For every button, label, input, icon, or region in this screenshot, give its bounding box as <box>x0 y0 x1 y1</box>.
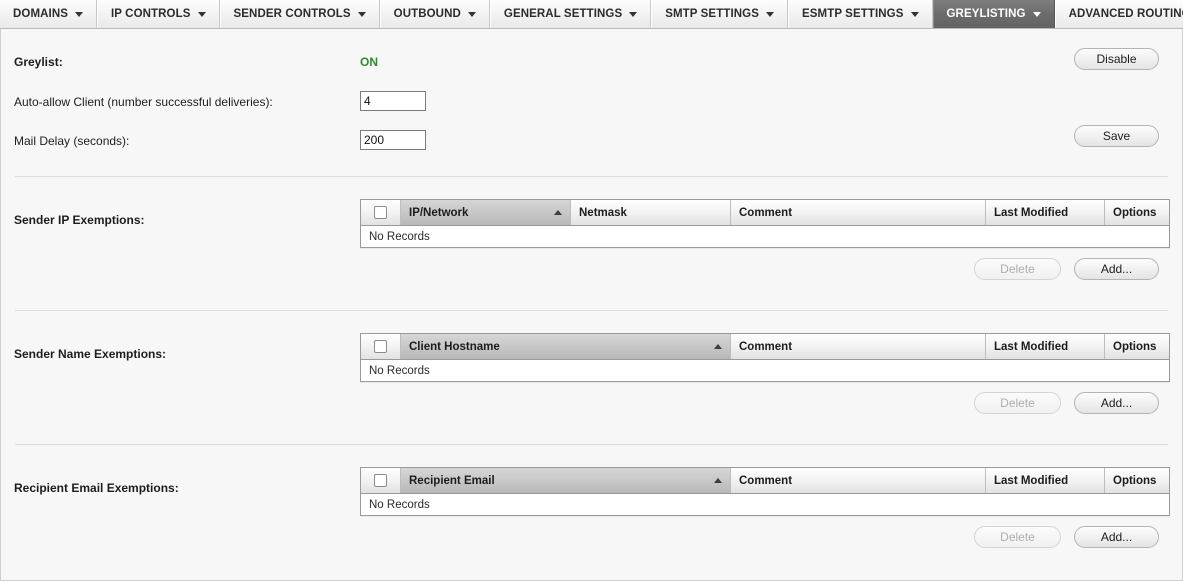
menu-item-label: GREYLISTING <box>946 8 1026 20</box>
table-header-row: IP/Network Netmask Comment Last Modified… <box>361 200 1169 226</box>
column-header-label: Comment <box>739 340 793 353</box>
column-header-label: IP/Network <box>409 206 469 219</box>
column-header-comment[interactable]: Comment <box>731 334 986 359</box>
column-header-last-modified[interactable]: Last Modified <box>986 468 1105 493</box>
chevron-down-icon <box>75 11 84 17</box>
empty-table-message: No Records <box>361 226 1169 247</box>
column-header-ip-network[interactable]: IP/Network <box>401 200 571 225</box>
chevron-down-icon <box>765 11 774 17</box>
section-divider <box>15 444 1168 445</box>
menu-item-label: DOMAINS <box>13 8 69 20</box>
sender-ip-exemptions-title: Sender IP Exemptions: <box>14 213 145 227</box>
add-recipient-email-button[interactable]: Add... <box>1074 526 1159 548</box>
menu-item-label: ADVANCED ROUTING <box>1068 8 1183 20</box>
column-header-recipient-email[interactable]: Recipient Email <box>401 468 731 493</box>
mail-delay-input[interactable] <box>360 130 426 150</box>
column-header-last-modified[interactable]: Last Modified <box>986 200 1105 225</box>
column-header-netmask[interactable]: Netmask <box>571 200 731 225</box>
chevron-down-icon <box>629 11 638 17</box>
menu-item-ip-controls[interactable]: IP CONTROLS <box>97 0 220 28</box>
column-header-client-hostname[interactable]: Client Hostname <box>401 334 731 359</box>
recipient-email-exemptions-title: Recipient Email Exemptions: <box>14 481 179 495</box>
menu-item-advanced-routing[interactable]: ADVANCED ROUTING <box>1054 0 1183 28</box>
chevron-down-icon <box>1032 11 1041 17</box>
chevron-down-icon <box>197 11 206 17</box>
main-menubar: DOMAINS IP CONTROLS SENDER CONTROLS OUTB… <box>0 0 1183 29</box>
column-header-label: Options <box>1113 474 1157 487</box>
menu-item-label: SENDER CONTROLS <box>233 8 351 20</box>
column-header-label: Netmask <box>579 206 627 219</box>
sort-ascending-icon <box>714 344 722 349</box>
auto-allow-client-label: Auto-allow Client (number successful del… <box>14 95 273 109</box>
table-header-row: Recipient Email Comment Last Modified Op… <box>361 468 1169 494</box>
disable-greylist-button[interactable]: Disable <box>1074 48 1159 70</box>
select-all-checkbox[interactable] <box>374 206 387 219</box>
select-all-checkbox[interactable] <box>374 340 387 353</box>
recipient-email-exemptions-table: Recipient Email Comment Last Modified Op… <box>360 467 1170 516</box>
column-header-options[interactable]: Options <box>1105 468 1169 493</box>
column-header-label: Comment <box>739 474 793 487</box>
section-divider <box>15 176 1168 177</box>
add-sender-ip-button[interactable]: Add... <box>1074 258 1159 280</box>
column-header-comment[interactable]: Comment <box>731 200 986 225</box>
menu-item-label: SMTP SETTINGS <box>665 8 759 20</box>
save-button[interactable]: Save <box>1074 125 1159 147</box>
delete-sender-name-button[interactable]: Delete <box>974 392 1061 414</box>
menu-item-domains[interactable]: DOMAINS <box>0 0 98 28</box>
column-header-label: Options <box>1113 340 1157 353</box>
section-divider <box>15 310 1168 311</box>
empty-table-message: No Records <box>361 494 1169 515</box>
greylist-status-value: ON <box>360 55 378 69</box>
chevron-down-icon <box>357 11 366 17</box>
delete-sender-ip-button[interactable]: Delete <box>974 258 1061 280</box>
mail-delay-label: Mail Delay (seconds): <box>14 134 130 148</box>
add-sender-name-button[interactable]: Add... <box>1074 392 1159 414</box>
column-header-label: Last Modified <box>994 474 1069 487</box>
menu-item-sender-controls[interactable]: SENDER CONTROLS <box>219 0 380 28</box>
column-header-label: Client Hostname <box>409 340 500 353</box>
column-header-label: Last Modified <box>994 206 1069 219</box>
column-header-label: Comment <box>739 206 793 219</box>
select-all-header-cell <box>361 200 401 225</box>
sender-ip-exemptions-table: IP/Network Netmask Comment Last Modified… <box>360 199 1170 248</box>
sender-name-exemptions-table: Client Hostname Comment Last Modified Op… <box>360 333 1170 382</box>
table-header-row: Client Hostname Comment Last Modified Op… <box>361 334 1169 360</box>
column-header-label: Recipient Email <box>409 474 495 487</box>
greylisting-settings-page: Greylist: ON Disable Auto-allow Client (… <box>0 29 1183 581</box>
auto-allow-client-input[interactable] <box>360 91 426 111</box>
select-all-checkbox[interactable] <box>374 474 387 487</box>
select-all-header-cell <box>361 468 401 493</box>
column-header-last-modified[interactable]: Last Modified <box>986 334 1105 359</box>
menu-item-label: GENERAL SETTINGS <box>503 8 623 20</box>
menu-item-outbound[interactable]: OUTBOUND <box>379 0 490 28</box>
delete-recipient-email-button[interactable]: Delete <box>974 526 1061 548</box>
menu-item-greylisting[interactable]: GREYLISTING <box>932 0 1055 28</box>
menu-item-label: ESMTP SETTINGS <box>801 8 904 20</box>
column-header-label: Options <box>1113 206 1157 219</box>
chevron-down-icon <box>910 11 919 17</box>
column-header-label: Last Modified <box>994 340 1069 353</box>
menu-item-general-settings[interactable]: GENERAL SETTINGS <box>489 0 652 28</box>
sort-ascending-icon <box>554 210 562 215</box>
empty-table-message: No Records <box>361 360 1169 381</box>
select-all-header-cell <box>361 334 401 359</box>
menu-item-label: IP CONTROLS <box>111 8 191 20</box>
sender-name-exemptions-title: Sender Name Exemptions: <box>14 347 167 361</box>
column-header-comment[interactable]: Comment <box>731 468 986 493</box>
menu-item-esmtp-settings[interactable]: ESMTP SETTINGS <box>787 0 933 28</box>
column-header-options[interactable]: Options <box>1105 200 1169 225</box>
greylist-label: Greylist: <box>14 55 63 69</box>
column-header-options[interactable]: Options <box>1105 334 1169 359</box>
sort-ascending-icon <box>714 478 722 483</box>
menu-item-smtp-settings[interactable]: SMTP SETTINGS <box>651 0 788 28</box>
menu-item-label: OUTBOUND <box>393 8 461 20</box>
chevron-down-icon <box>467 11 476 17</box>
